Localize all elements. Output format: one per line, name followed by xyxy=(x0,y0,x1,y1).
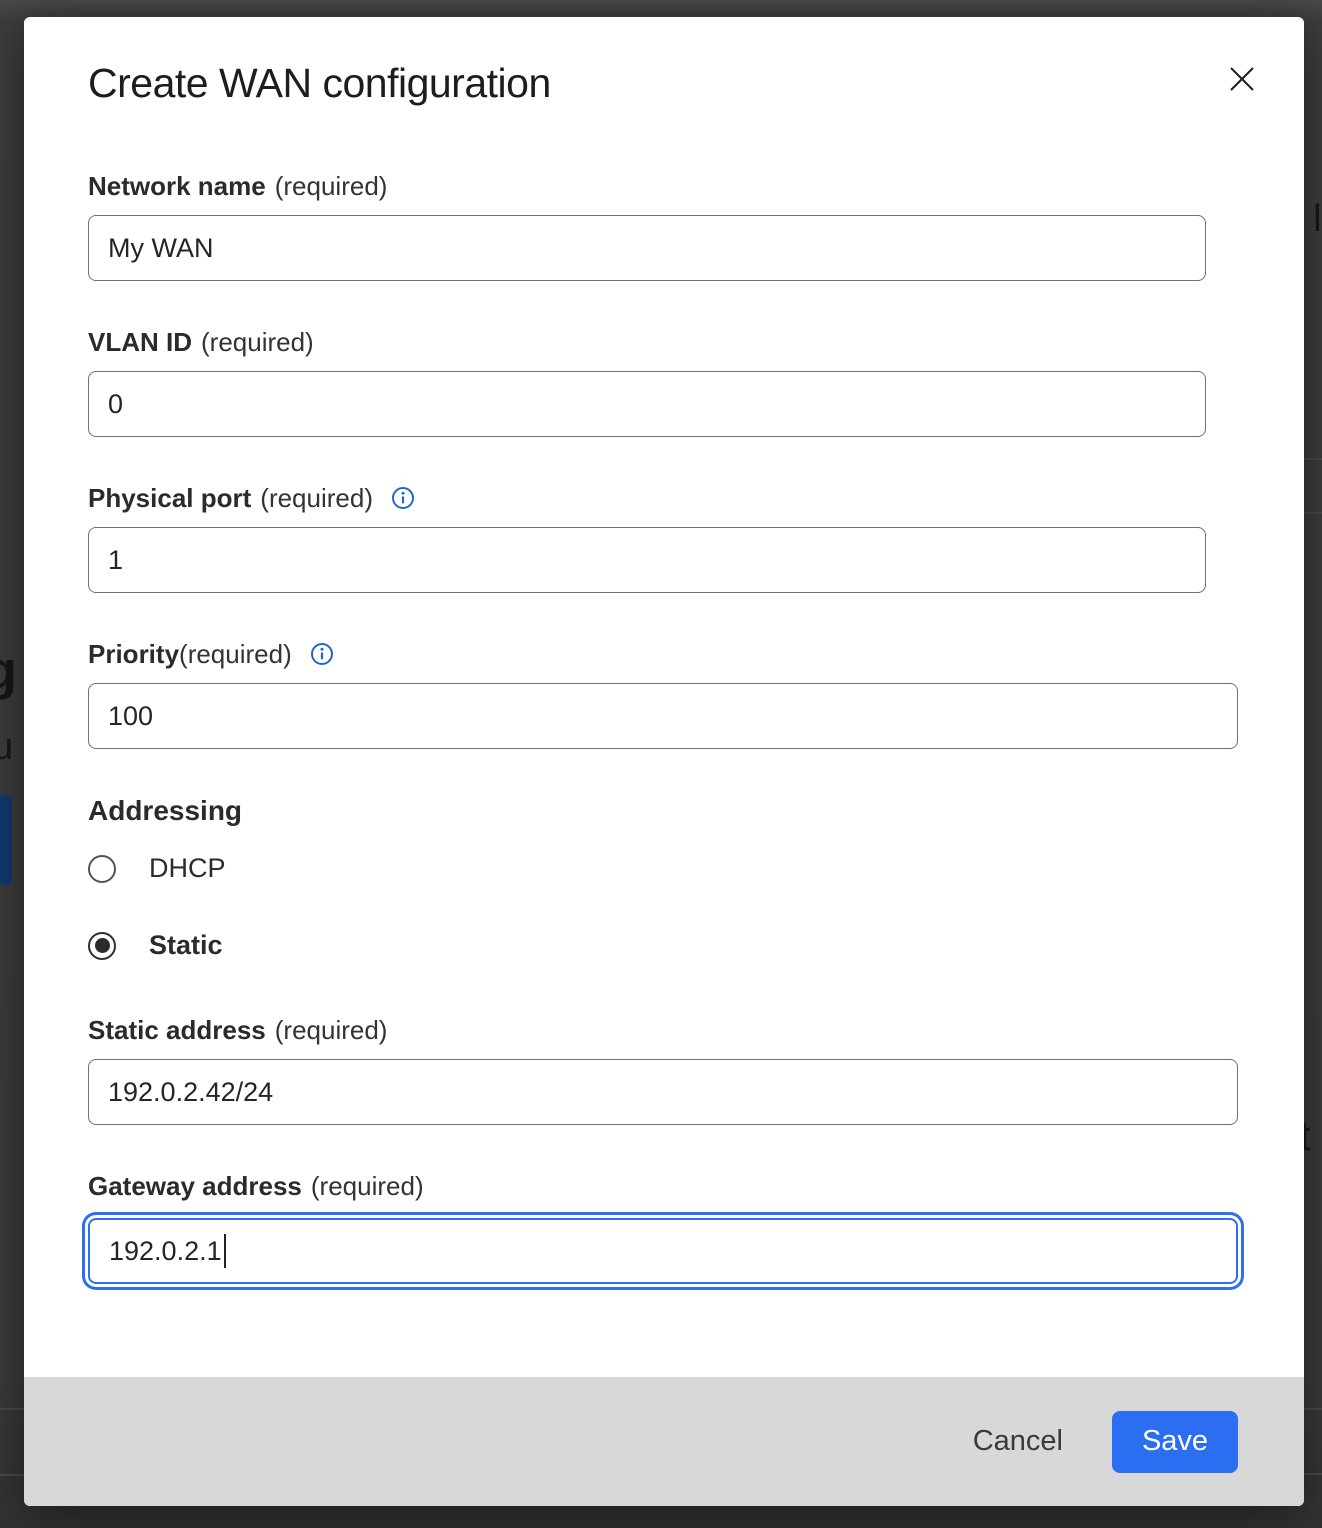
required-hint: (required) xyxy=(275,169,388,203)
gateway-address-label: Gateway address (required) xyxy=(88,1169,1304,1203)
priority-input[interactable] xyxy=(88,683,1238,749)
required-hint: (required) xyxy=(201,325,314,359)
priority-label: Priority (required) xyxy=(88,637,1304,671)
addressing-option-static[interactable]: Static xyxy=(88,930,1304,961)
static-address-label: Static address (required) xyxy=(88,1013,1304,1047)
text-cursor xyxy=(224,1234,226,1268)
close-icon[interactable] xyxy=(1220,57,1264,101)
gateway-address-value: 192.0.2.1 xyxy=(109,1236,222,1267)
required-hint: (required) xyxy=(275,1013,388,1047)
dialog-content: Network name (required) VLAN ID (require… xyxy=(24,169,1304,1284)
radio-label: Static xyxy=(149,930,223,961)
background-divider xyxy=(1303,458,1322,460)
close-icon-glyph xyxy=(1227,64,1257,94)
vlan-id-label: VLAN ID (required) xyxy=(88,325,1304,359)
background-divider xyxy=(1303,1473,1322,1475)
physical-port-input[interactable] xyxy=(88,527,1206,593)
dialog-footer: Cancel Save xyxy=(24,1377,1304,1506)
field-label-text: VLAN ID xyxy=(88,325,192,359)
radio-label: DHCP xyxy=(149,853,226,884)
radio-selected-icon[interactable] xyxy=(88,932,116,960)
background-button-fragment xyxy=(0,795,12,885)
background-divider xyxy=(0,1408,24,1410)
info-icon[interactable] xyxy=(391,486,415,510)
network-name-input[interactable] xyxy=(88,215,1206,281)
dialog-title: Create WAN configuration xyxy=(88,60,1304,107)
save-button[interactable]: Save xyxy=(1112,1411,1238,1473)
required-hint: (required) xyxy=(260,481,373,515)
field-label-text: Static address xyxy=(88,1013,266,1047)
background-text-fragment: u xyxy=(0,726,13,769)
background-text-fragment: g xyxy=(0,640,17,702)
info-icon[interactable] xyxy=(310,642,334,666)
gateway-address-input[interactable]: 192.0.2.1 xyxy=(88,1218,1238,1284)
required-hint: (required) xyxy=(179,637,292,671)
addressing-option-dhcp[interactable]: DHCP xyxy=(88,853,1304,884)
create-wan-dialog: Create WAN configuration Network name (r… xyxy=(24,17,1304,1506)
required-hint: (required) xyxy=(311,1169,424,1203)
field-label-text: Gateway address xyxy=(88,1169,302,1203)
field-label-text: Physical port xyxy=(88,481,251,515)
field-label-text: Priority xyxy=(88,637,179,671)
background-divider xyxy=(1303,1408,1322,1410)
background-divider xyxy=(1303,512,1322,514)
addressing-heading: Addressing xyxy=(88,793,1304,829)
background-divider xyxy=(0,1474,24,1476)
radio-unselected-icon[interactable] xyxy=(88,855,116,883)
cancel-button[interactable]: Cancel xyxy=(973,1425,1063,1458)
field-label-text: Network name xyxy=(88,169,266,203)
static-address-input[interactable] xyxy=(88,1059,1238,1125)
physical-port-label: Physical port (required) xyxy=(88,481,1304,515)
network-name-label: Network name (required) xyxy=(88,169,1304,203)
vlan-id-input[interactable] xyxy=(88,371,1206,437)
